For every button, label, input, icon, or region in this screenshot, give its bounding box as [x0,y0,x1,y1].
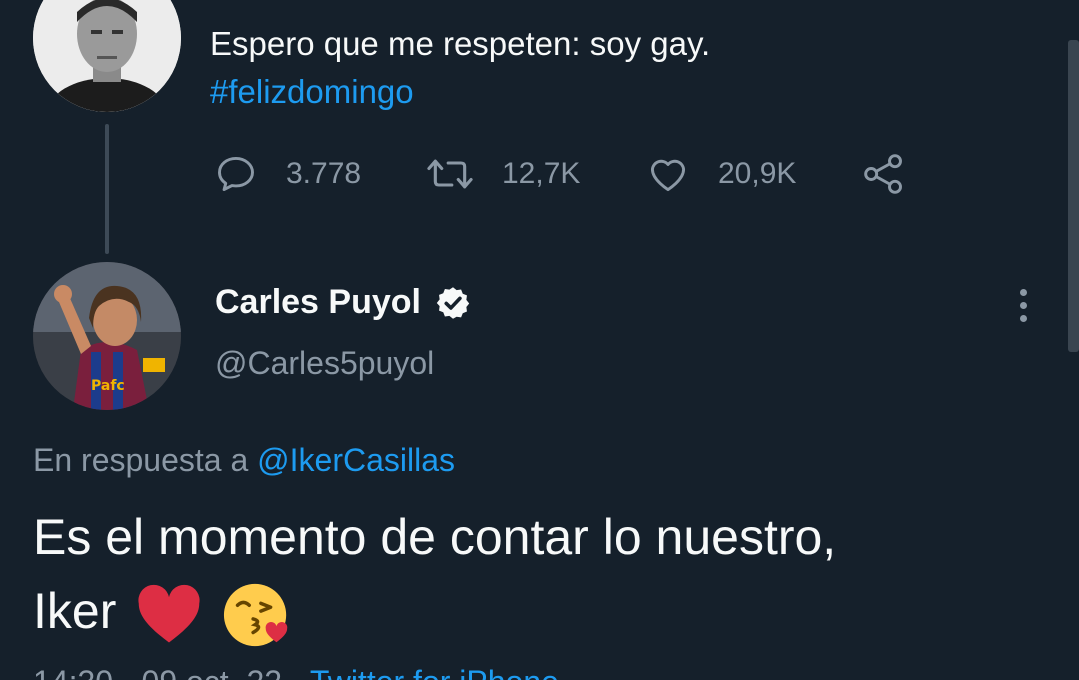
thread-connector-line [105,124,109,254]
author-display-name: Carles Puyol [215,283,421,321]
tweet-text-line-1: Es el momento de contar lo nuestro, [33,509,837,565]
more-dot [1020,302,1027,309]
avatar-photo [33,0,181,112]
scrollbar[interactable] [1068,40,1079,352]
avatar-iker-casillas[interactable] [33,0,181,112]
author-handle[interactable]: @Carles5puyol [215,345,434,382]
parent-tweet-actions: 3.778 12,7K 20,9K [214,148,934,200]
hashtag-link[interactable]: #felizdomingo [210,68,710,116]
reply-count: 3.778 [286,157,362,190]
reply-button[interactable]: 3.778 [214,148,361,200]
red-heart-emoji-icon [138,584,200,643]
like-button[interactable]: 20,9K [646,148,796,200]
avatar-photo: Pafc [33,262,181,410]
retweet-icon [427,159,473,189]
tweet-text-line-2: Iker [33,574,1053,650]
share-icon [864,154,902,194]
tweet-meta: 14:30 · 09 oct. 22 · Twitter for iPhone [33,664,559,680]
reply-tweet-text: Es el momento de contar lo nuestro, Iker [33,500,1053,650]
like-count: 20,9K [718,157,797,190]
verified-badge-icon [436,286,470,319]
svg-text:Pafc: Pafc [91,378,125,394]
share-button[interactable] [862,148,906,200]
reply-context: En respuesta a @IkerCasillas [33,442,455,479]
reply-prefix: En respuesta a [33,442,249,478]
heart-icon [650,159,686,192]
parent-tweet-text: Espero que me respeten: soy gay. #felizd… [210,20,710,116]
tweet-text-iker: Iker [33,583,117,639]
face-blowing-kiss-emoji-icon [224,583,288,646]
retweet-button[interactable]: 12,7K [426,148,580,200]
reply-mention-link[interactable]: @IkerCasillas [257,442,455,478]
tweet-thread: Espero que me respeten: soy gay. #felizd… [0,0,1079,680]
more-dot [1020,315,1027,322]
tweet-client-link[interactable]: Twitter for iPhone [310,664,559,680]
more-options-icon[interactable] [1008,285,1038,325]
tweet-timestamp[interactable]: 14:30 · 09 oct. 22 · [33,664,302,680]
reply-icon [218,156,254,192]
more-dot [1020,289,1027,296]
avatar-carles-puyol[interactable]: Pafc [33,262,181,410]
author-name[interactable]: Carles Puyol [215,283,471,322]
retweet-count: 12,7K [502,157,581,190]
parent-tweet-body: Espero que me respeten: soy gay. [210,25,711,62]
